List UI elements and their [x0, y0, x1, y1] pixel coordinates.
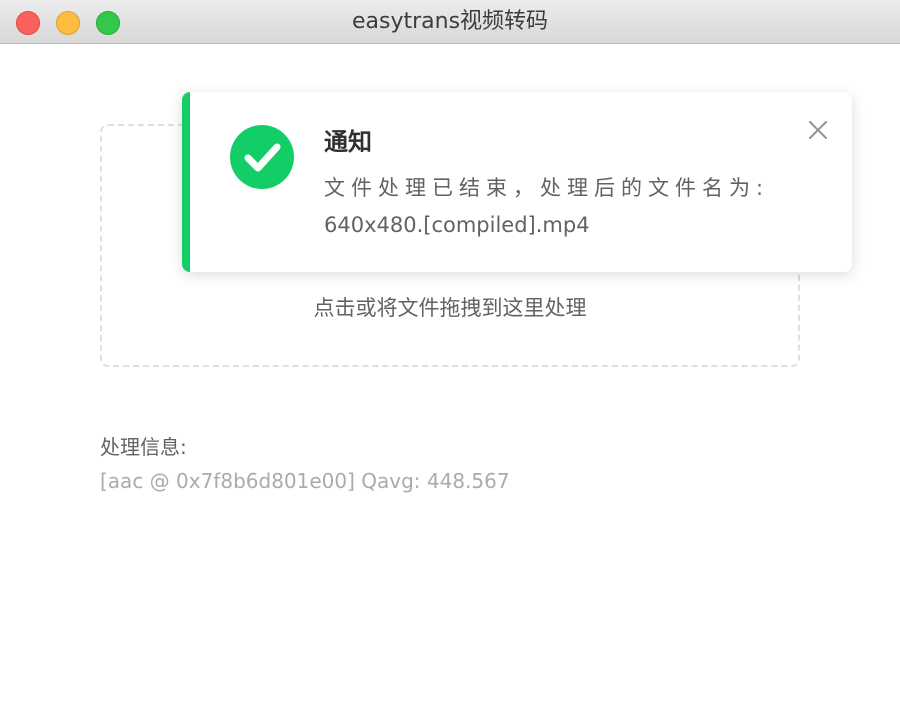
notification-title: 通知 [324, 128, 372, 156]
info-label: 处理信息: [100, 435, 187, 459]
notification-message-text: 文件处理已结束，处理后的文件名为: [324, 176, 770, 200]
notification-filename: 640x480.[compiled].mp4 [324, 213, 590, 237]
title-bar: easytrans视频转码 [0, 0, 900, 44]
close-icon[interactable] [806, 118, 830, 142]
upload-prompt: 点击或将文件拖拽到这里处理 [313, 296, 587, 320]
window-title: easytrans视频转码 [351, 9, 549, 34]
notification-message: 文件处理已结束，处理后的文件名为: 640x480.[compiled].mp4 [324, 170, 824, 244]
notification: 通知 文件处理已结束，处理后的文件名为: 640x480.[compiled].… [182, 92, 852, 272]
info-log: [aac @ 0x7f8b6d801e00] Qavg: 448.567 [100, 469, 510, 493]
check-circle-icon [230, 125, 294, 189]
